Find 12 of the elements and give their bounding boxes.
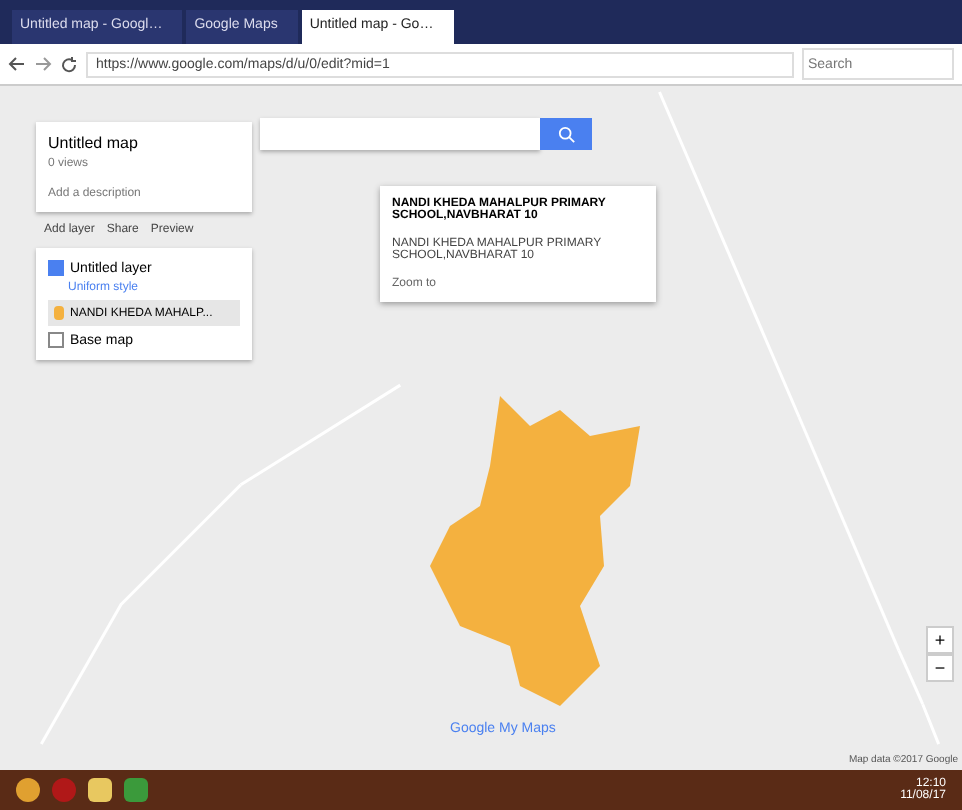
zoom-button[interactable]: +	[926, 626, 954, 654]
forward-arrow-icon[interactable]	[34, 56, 52, 72]
zoom-button[interactable]: −	[926, 654, 954, 682]
layer-checkbox[interactable]	[48, 332, 64, 348]
search-button[interactable]	[540, 118, 592, 150]
reload-icon[interactable]	[60, 55, 78, 73]
back-arrow-icon[interactable]	[8, 56, 26, 72]
map-search-field[interactable]	[260, 118, 540, 150]
app-icon[interactable]	[124, 778, 148, 802]
layer-checkbox[interactable]	[48, 260, 64, 276]
search-icon	[557, 125, 575, 143]
map-title[interactable]: Untitled map	[48, 134, 240, 152]
